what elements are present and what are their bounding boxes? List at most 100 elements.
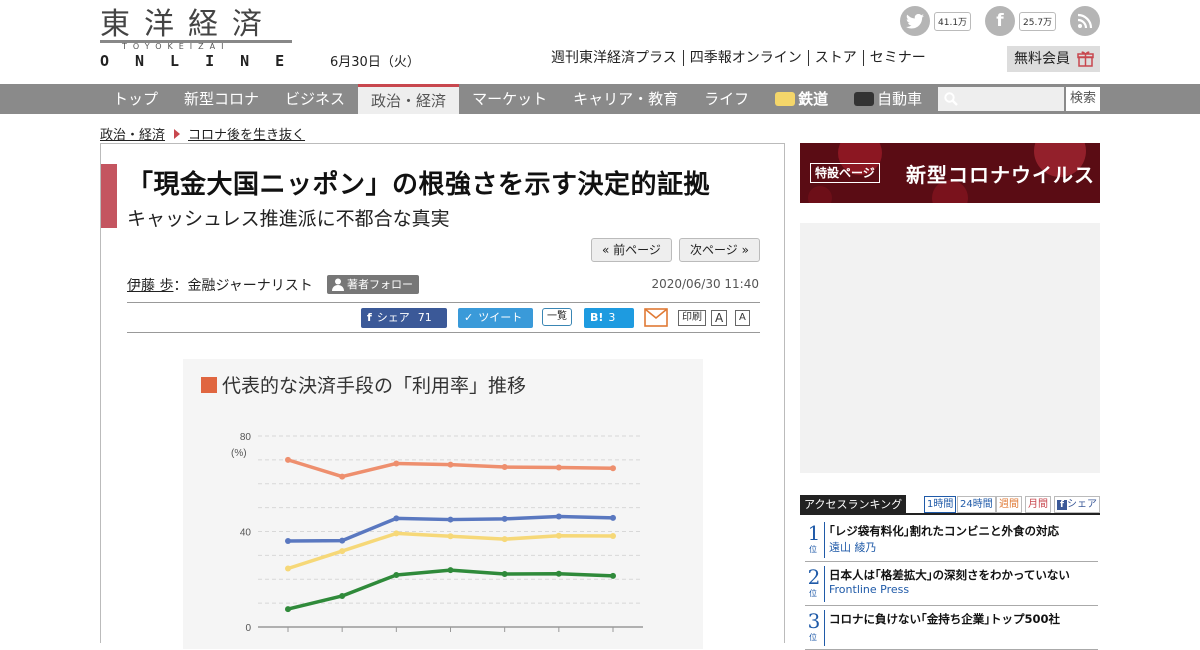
header-date: 6月30日（火） [330,55,420,70]
rank-author[interactable]: Frontline Press [829,583,909,596]
ranking-tab-share[interactable]: f シェア [1054,496,1100,513]
data-point-3-6 [610,572,616,579]
link-weekly-plus[interactable]: 週刊東洋経済プラス [545,50,683,66]
rank-divider [824,610,825,646]
data-point-0-4 [501,464,508,471]
usage-rate-chart: 代表的な決済手段の「利用率」推移 0 40 80 (%) [183,359,703,649]
follow-author-button[interactable]: 著者フォロー [327,275,419,294]
person-icon [332,278,344,291]
ranking-item[interactable]: 1 位 ｢レジ袋有料化｣割れたコンビニと外食の対応 遠山 綾乃 [805,520,1098,562]
nav-top[interactable]: トップ [100,84,171,114]
rank-number: 1 [807,521,821,545]
rank-author[interactable]: 遠山 綾乃 [829,539,877,555]
nav-covid[interactable]: 新型コロナ [171,84,272,114]
data-point-2-0 [285,565,291,572]
nav-business[interactable]: ビジネス [272,84,358,114]
ranking-header: アクセスランキング 1時間 24時間 週間 月間 f シェア [800,495,1100,515]
title-accent-bar [101,164,117,228]
ranking-tab-24h[interactable]: 24時間 [957,496,996,513]
site-header: 東洋経済 TOYOKEIZAI ONLINE 6月30日（火） 週刊東洋経済プラ… [0,0,1200,84]
data-point-1-3 [447,516,454,523]
y-tick-label: 80 [240,432,252,443]
link-store[interactable]: ストア [807,50,863,66]
link-seminar[interactable]: セミナー [862,50,932,66]
breadcrumb-category[interactable]: 政治・経済 [100,124,165,143]
print-button[interactable]: 印刷 [678,310,706,326]
rss-link[interactable] [1070,6,1100,36]
tweet-list-link[interactable]: 一覧 [542,308,572,326]
nav-politics-economy[interactable]: 政治・経済 [358,84,460,114]
twitter-share[interactable]: 41.1万 [900,6,972,36]
covid-banner[interactable]: 特設ページ 新型コロナウイルス [800,143,1100,203]
member-label: 無料会員 [1014,51,1070,67]
font-large-button[interactable]: A [711,310,728,326]
facebook-share-button[interactable]: f シェア 71 [361,308,447,328]
rank-number: 3 [807,609,821,633]
ranking-tab-1h[interactable]: 1時間 [924,496,957,513]
facebook-share-label: シェア [376,311,410,324]
banner-tag: 特設ページ [810,163,880,183]
nav-career[interactable]: キャリア・教育 [560,84,691,114]
data-point-1-0 [285,538,291,545]
data-point-1-2 [393,515,400,522]
car-icon [854,92,875,106]
rank-divider [824,566,825,602]
facebook-count: 25.7万 [1019,11,1057,31]
data-point-1-5 [555,513,562,520]
member-button[interactable]: 無料会員 [1007,46,1100,72]
nav-railway[interactable]: 鉄道 [762,84,841,114]
data-point-0-5 [555,464,562,471]
twitter-icon [900,6,930,36]
data-point-0-1 [339,473,346,480]
hatena-bookmark-button[interactable]: B! 3 [584,308,634,328]
chart-plot: 0 40 80 (%) [231,432,643,634]
data-point-1-6 [610,514,616,521]
data-point-2-3 [447,533,454,540]
author-line: 伊藤 歩：金融ジャーナリスト [127,275,313,295]
divider [127,332,760,333]
data-point-0-2 [393,460,400,467]
facebook-share[interactable]: f 25.7万 [985,6,1057,36]
data-point-3-4 [501,570,508,577]
rank-suffix: 位 [809,589,817,598]
ranking-tab-week[interactable]: 週間 [996,496,1022,513]
ranking-tab-month[interactable]: 月間 [1025,496,1051,513]
rank-title[interactable]: ｢レジ袋有料化｣割れたコンビニと外食の対応 [829,523,1059,539]
article-subtitle: キャッシュレス推進派に不都合な真実 [127,208,450,230]
breadcrumb-series[interactable]: コロナ後を生き抜く [188,124,305,143]
article: 「現金大国ニッポン」の根強さを示す決定的証拠 キャッシュレス推進派に不都合な真実… [100,143,785,649]
link-shikiho[interactable]: 四季報オンライン [682,50,808,66]
y-axis-label: (%) [231,448,247,459]
data-point-2-4 [501,536,508,543]
rank-suffix: 位 [809,633,817,642]
site-logo[interactable]: 東洋経済 TOYOKEIZAI ONLINE [100,8,292,70]
data-point-0-3 [447,461,454,468]
ranking-tab-share-label: シェア [1067,499,1097,510]
nav-life[interactable]: ライフ [691,84,762,114]
mail-icon[interactable] [644,308,668,327]
data-point-0-0 [285,456,291,463]
prev-page-button[interactable]: « 前ページ [591,238,672,262]
y-tick-label: 40 [240,528,252,539]
data-point-1-4 [501,515,508,522]
ranking-item[interactable]: 2 位 日本人は｢格差拡大｣の深刻さをわかっていない Frontline Pre… [805,564,1098,606]
data-point-0-6 [610,465,616,472]
nav-market[interactable]: マーケット [459,84,560,114]
rank-title[interactable]: コロナに負けない｢金持ち企業｣トップ500社 [829,611,1060,627]
author-name[interactable]: 伊藤 歩 [127,278,173,294]
rank-title[interactable]: 日本人は｢格差拡大｣の深刻さをわかっていない [829,567,1070,583]
logo-online: ONLINE [100,52,311,70]
search-button[interactable]: 検索 [1066,87,1100,111]
tweet-label: ツイート [478,311,523,324]
font-small-button[interactable]: A [735,310,750,326]
rank-suffix: 位 [809,545,817,554]
data-point-3-5 [555,570,562,577]
ad-slot [800,223,1100,473]
twitter-icon: ✓ [464,311,474,324]
rank-divider [824,522,825,558]
ranking-item[interactable]: 3 位 コロナに負けない｢金持ち企業｣トップ500社 [805,608,1098,650]
next-page-button[interactable]: 次ページ » [679,238,760,262]
data-point-1-1 [339,537,346,544]
tweet-button[interactable]: ✓ ツイート [458,308,533,328]
nav-car[interactable]: 自動車 [841,84,935,114]
